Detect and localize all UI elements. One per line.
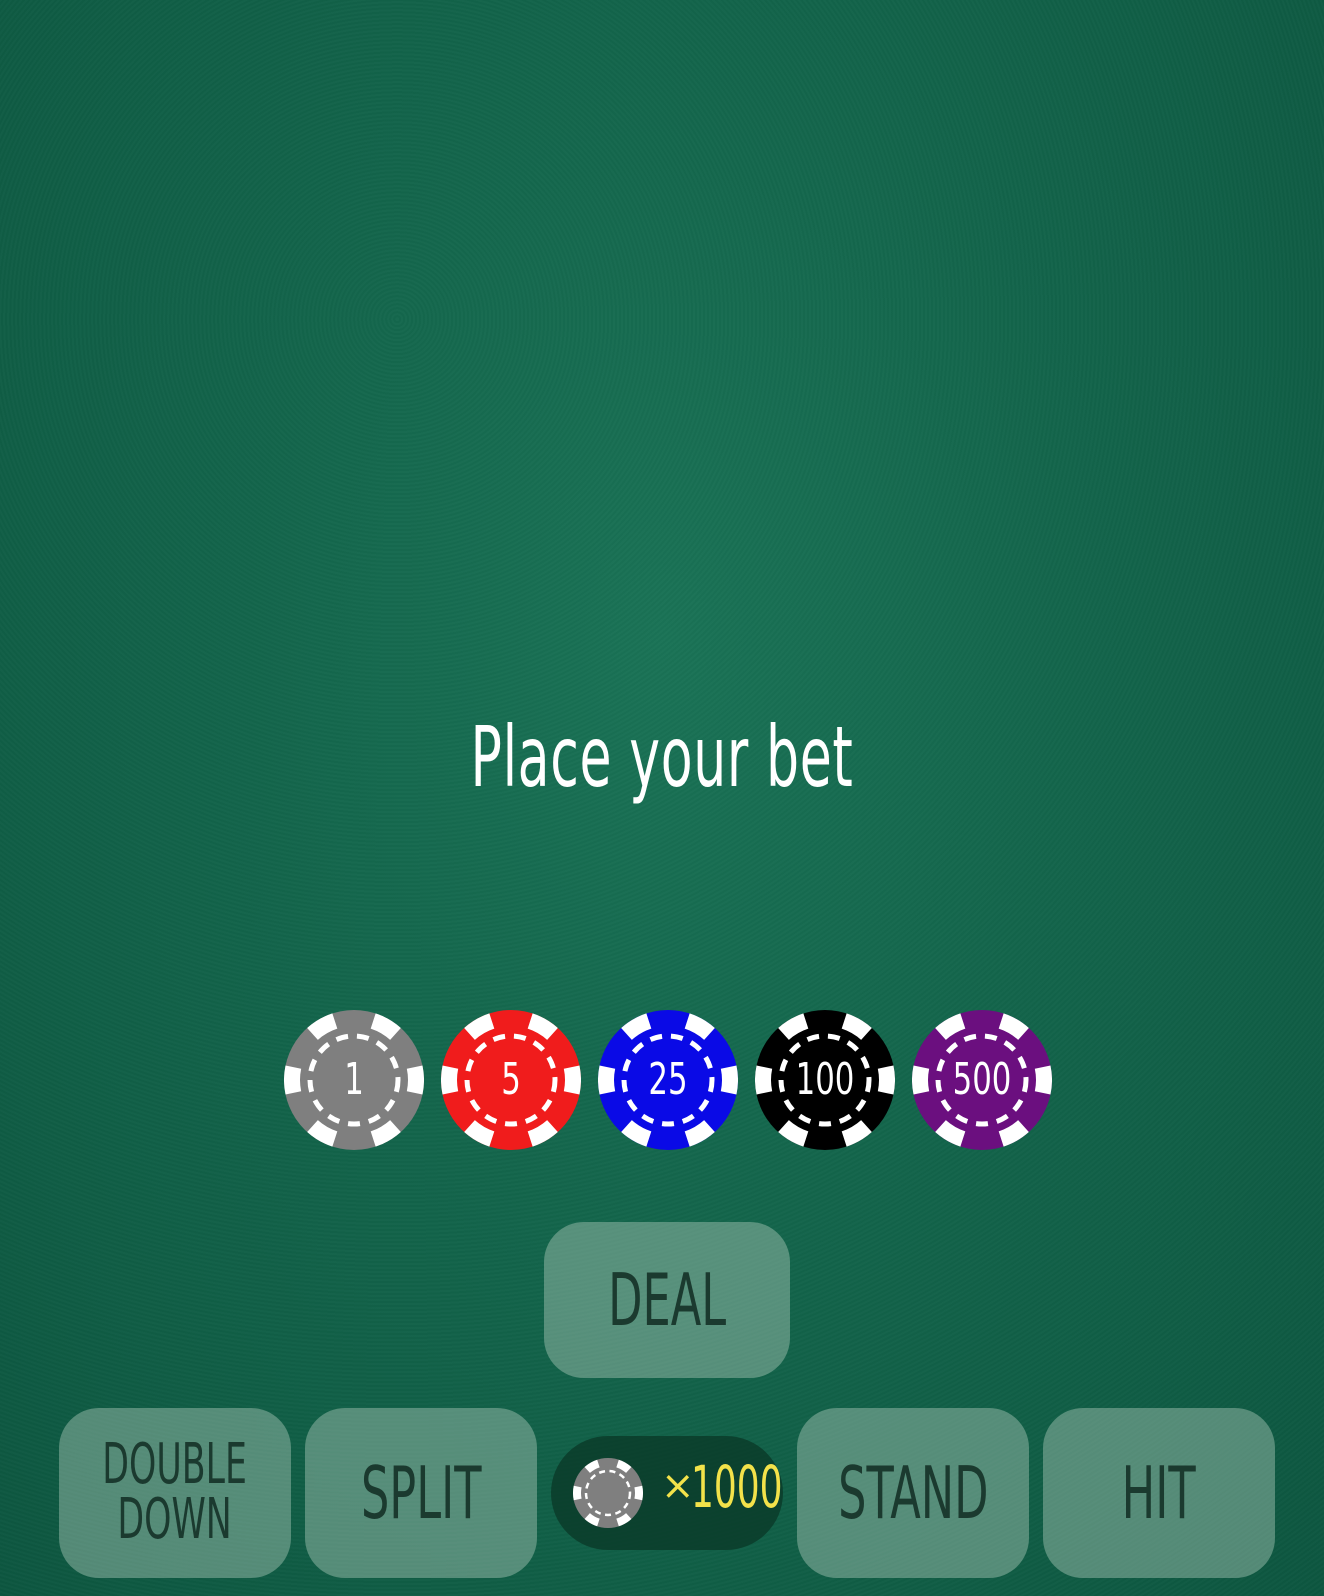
split-button-label: SPLIT [360, 1451, 482, 1535]
chip-rack: 1 5 25 100 500 [0, 1010, 1324, 1150]
stand-button-label: STAND [837, 1451, 989, 1535]
chip-100-label: 100 [795, 1054, 855, 1105]
double-down-button-label: DOUBLE DOWN [102, 1432, 248, 1552]
deal-button[interactable]: DEAL [544, 1222, 790, 1378]
chip-5[interactable]: 5 [441, 1010, 581, 1150]
bankroll-amount: 1000 [691, 1453, 783, 1521]
chip-500-label: 500 [952, 1054, 1012, 1105]
stand-button[interactable]: STAND [797, 1408, 1029, 1578]
chip-500[interactable]: 500 [912, 1010, 1052, 1150]
chip-100[interactable]: 100 [755, 1010, 895, 1150]
chip-5-label: 5 [501, 1054, 521, 1105]
multiply-sign: × [661, 1463, 695, 1509]
chip-25[interactable]: 25 [598, 1010, 738, 1150]
chip-1-label: 1 [344, 1054, 364, 1105]
gray-chip-icon [573, 1458, 643, 1528]
double-down-button[interactable]: DOUBLE DOWN [59, 1408, 291, 1578]
hit-button-label: HIT [1121, 1451, 1196, 1535]
chip-25-label: 25 [648, 1054, 688, 1105]
bankroll-display: × 1000 [551, 1436, 783, 1550]
hit-button[interactable]: HIT [1043, 1408, 1275, 1578]
status-message: Place your bet [470, 708, 854, 806]
split-button[interactable]: SPLIT [305, 1408, 537, 1578]
chip-1[interactable]: 1 [284, 1010, 424, 1150]
deal-button-label: DEAL [608, 1258, 726, 1342]
